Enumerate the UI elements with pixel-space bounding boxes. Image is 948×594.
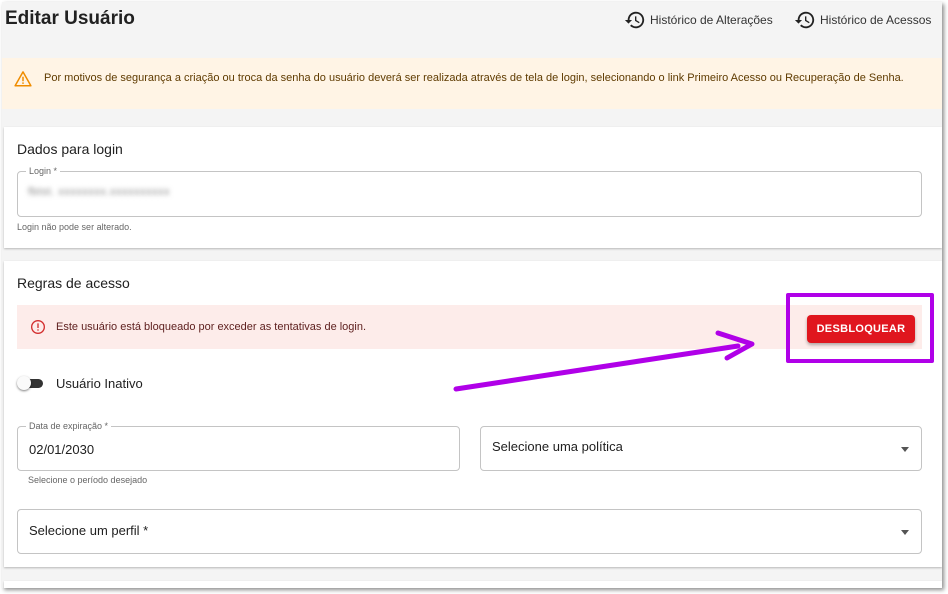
unlock-button[interactable]: DESBLOQUEAR: [807, 315, 915, 343]
history-icon: [624, 11, 645, 29]
access-rules-card: Regras de acesso Este usuário está bloqu…: [4, 261, 942, 567]
warning-icon: [14, 71, 32, 87]
dropdown-arrow-icon: [901, 447, 909, 452]
toggle-thumb: [17, 376, 31, 390]
warning-text: Por motivos de segurança a criação ou tr…: [44, 72, 904, 84]
profile-placeholder: Selecione um perfil *: [29, 523, 149, 538]
login-section-title: Dados para login: [17, 141, 123, 157]
error-icon: [31, 320, 45, 334]
app-window: Editar Usuário Histórico de Alterações H…: [2, 2, 942, 588]
security-warning-banner: Por motivos de segurança a criação ou tr…: [2, 58, 942, 109]
login-value-redacted: fbtst. xxxxxxxx.xxxxxxxxxx: [28, 186, 170, 198]
access-rules-title: Regras de acesso: [17, 275, 130, 291]
history-icon: [794, 11, 815, 29]
login-field-label: Login *: [26, 165, 61, 177]
dropdown-arrow-icon: [901, 530, 909, 535]
inactive-user-toggle[interactable]: [17, 375, 45, 391]
inactive-user-label: Usuário Inativo: [56, 376, 143, 391]
expiration-helper-text: Selecione o período desejado: [28, 475, 148, 485]
policy-select[interactable]: Selecione uma política: [480, 426, 922, 471]
history-changes-link[interactable]: Histórico de Alterações: [624, 9, 773, 31]
history-access-link[interactable]: Histórico de Acessos: [794, 9, 931, 31]
page-title: Editar Usuário: [5, 8, 135, 29]
profile-select[interactable]: Selecione um perfil *: [17, 509, 922, 554]
blocked-message: Este usuário está bloqueado por exceder …: [56, 321, 367, 333]
expiration-date-field[interactable]: Data de expiração * 02/01/2030: [17, 420, 460, 471]
policy-placeholder: Selecione uma política: [492, 439, 623, 454]
page-header: Editar Usuário Histórico de Alterações H…: [2, 2, 942, 50]
login-helper-text: Login não pode ser alterado.: [17, 222, 132, 232]
login-field: Login * fbtst. xxxxxxxx.xxxxxxxxxx: [17, 165, 922, 217]
expiration-date-label: Data de expiração *: [26, 420, 112, 432]
history-changes-label: Histórico de Alterações: [650, 13, 773, 27]
expiration-date-value: 02/01/2030: [29, 442, 95, 457]
next-section-card: [4, 581, 942, 588]
login-data-card: Dados para login Login * fbtst. xxxxxxxx…: [4, 127, 942, 248]
history-access-label: Histórico de Acessos: [820, 13, 932, 27]
